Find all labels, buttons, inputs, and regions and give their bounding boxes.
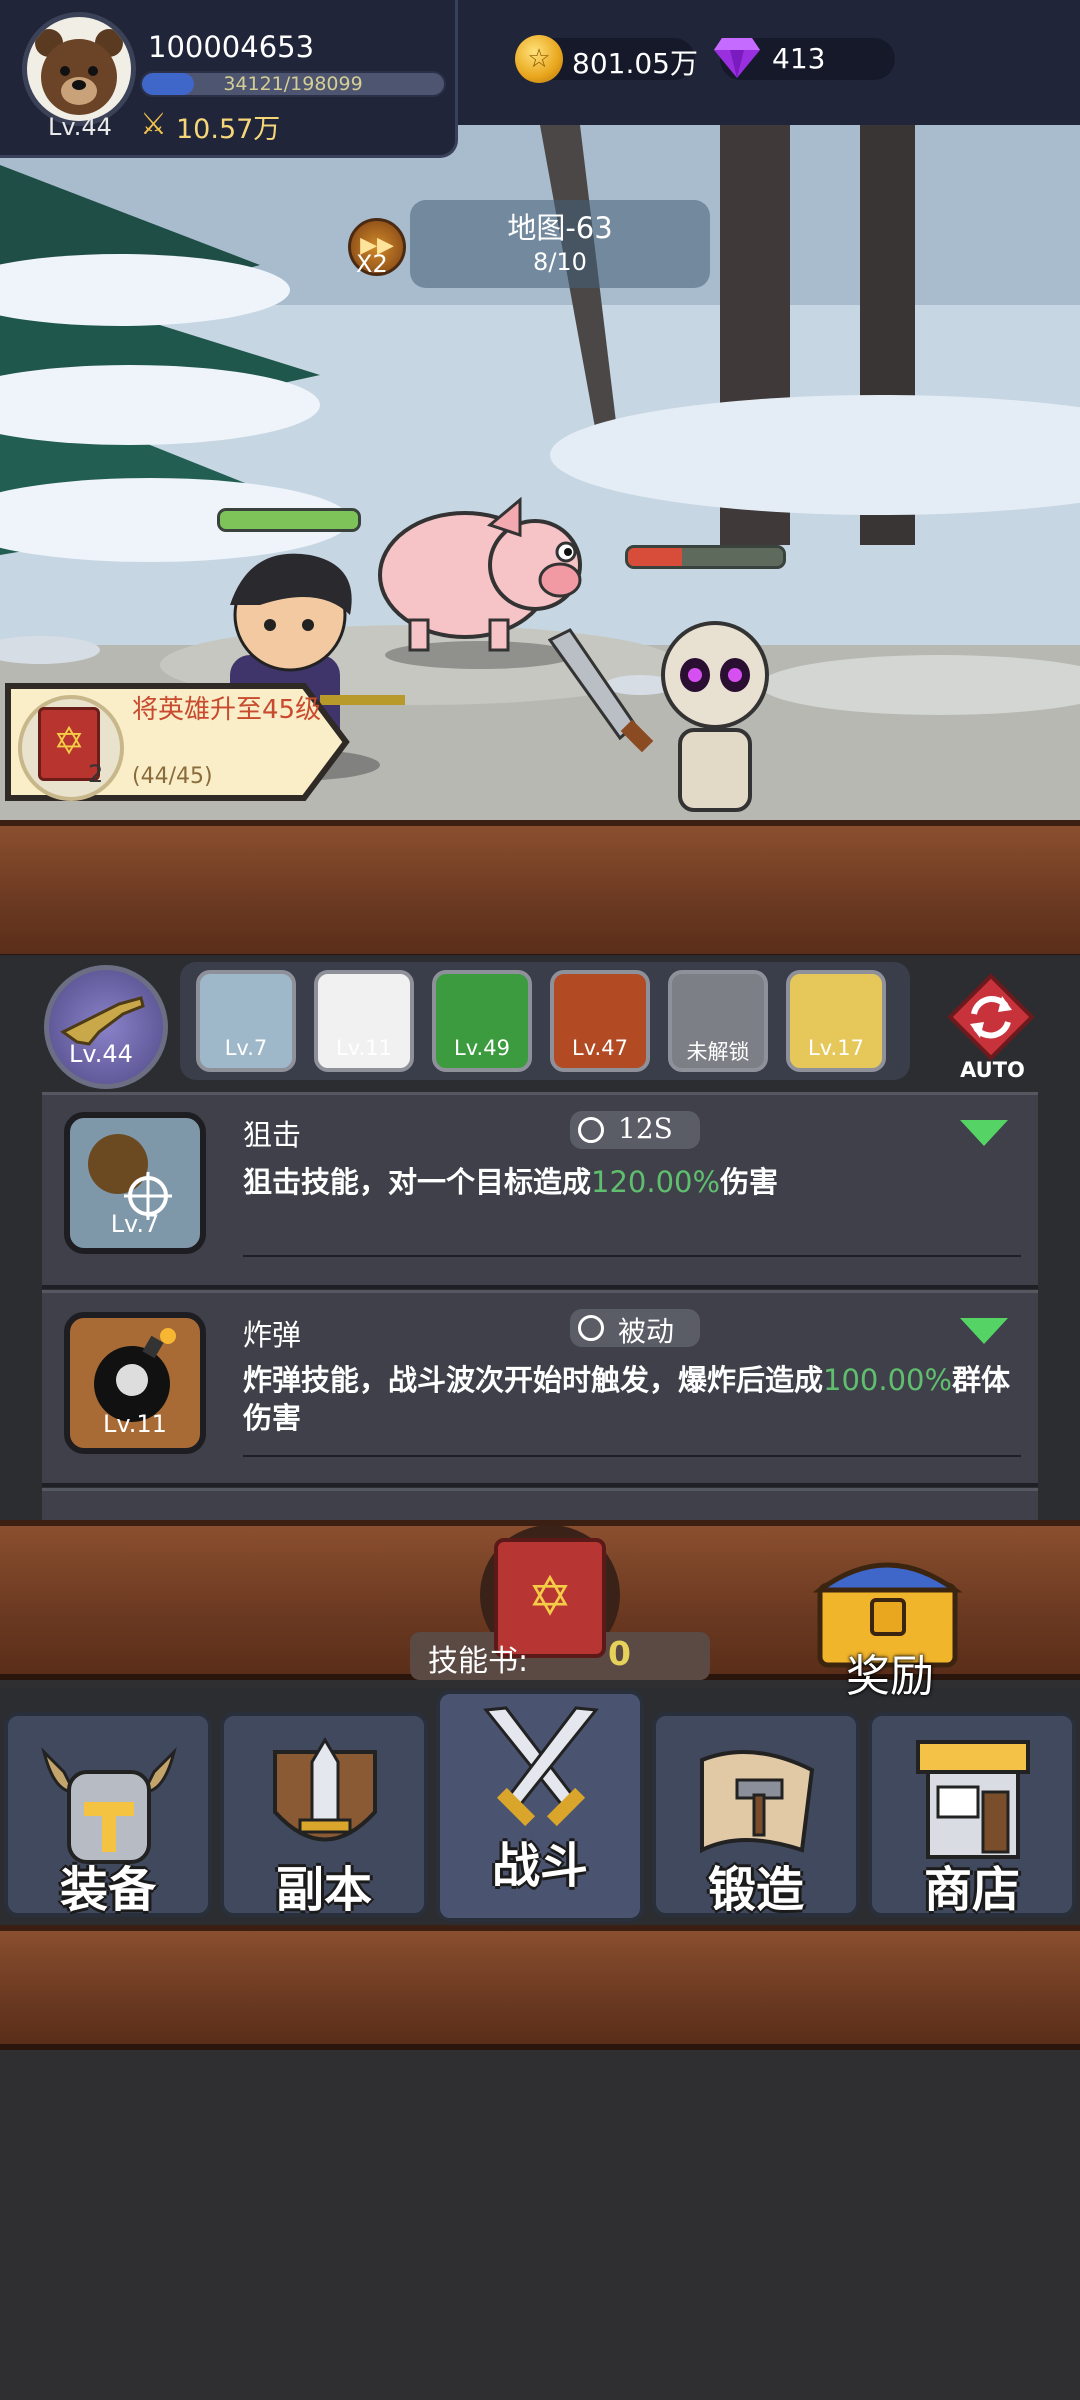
skill-slot-level: Lv.11 xyxy=(336,1036,392,1060)
skill-slot-level: Lv.47 xyxy=(572,1036,628,1060)
desc-text: 狙击技能，对一个目标造成 xyxy=(243,1165,592,1199)
skill-slot-level: 未解锁 xyxy=(686,1040,750,1064)
refresh-icon xyxy=(947,973,1035,1061)
skill-name: 狙击 xyxy=(243,1118,302,1152)
skill-slot-level: Lv.7 xyxy=(224,1036,268,1060)
reward-button-label[interactable]: 奖励 xyxy=(820,1640,960,1704)
enemy-health-bar xyxy=(625,545,786,569)
purple-gem-icon xyxy=(714,38,760,78)
auto-label: AUTO xyxy=(960,1058,1025,1082)
wood-shelf-bottom xyxy=(0,1925,1080,2050)
divider xyxy=(243,1255,1021,1257)
crossed-swords-icon xyxy=(483,1706,599,1827)
desc-value: 120.00% xyxy=(591,1165,721,1199)
nav-dungeon-label: 副本 xyxy=(275,1862,372,1918)
nav-battle-label: 战斗 xyxy=(491,1838,588,1894)
coin-amount: 801.05万 xyxy=(572,47,698,80)
quest-title: 将英雄升至45级 xyxy=(132,695,322,725)
auto-button[interactable] xyxy=(946,972,1036,1062)
expand-arrow-icon[interactable] xyxy=(960,1120,1008,1146)
gold-coin-icon: ☆ xyxy=(515,35,563,83)
player-id: 100004653 xyxy=(148,30,315,64)
weapon-slot[interactable] xyxy=(44,965,168,1089)
bottom-area xyxy=(0,2050,1080,2400)
skeleton-enemy xyxy=(547,621,769,812)
desc-text: 炸弹技能，战斗波次开始时触发，爆炸后造成 xyxy=(243,1363,824,1397)
crossed-swords-icon: ⚔ xyxy=(140,107,167,142)
skill-description: 炸弹技能，战斗波次开始时触发，爆炸后造成100.00%群体伤害 xyxy=(243,1361,1013,1437)
clock-icon xyxy=(578,1117,604,1143)
hero-health-bar xyxy=(217,508,361,532)
skill-name: 炸弹 xyxy=(243,1318,302,1352)
speed-multiplier: X2 xyxy=(356,250,388,278)
clock-icon xyxy=(578,1315,604,1341)
wood-shelf-top xyxy=(0,820,1080,960)
map-name: 地图-63 xyxy=(507,211,613,245)
desc-value: 100.00% xyxy=(823,1363,953,1397)
nav-equipment-label: 装备 xyxy=(59,1862,156,1918)
skill-slot-level: Lv.49 xyxy=(454,1036,510,1060)
skill-book-value: 0 xyxy=(608,1634,631,1673)
bear-icon xyxy=(35,29,123,115)
hero-health-fill xyxy=(220,511,358,529)
quest-progress: (44/45) xyxy=(132,764,213,789)
skill-slot-level: Lv.17 xyxy=(808,1036,864,1060)
weapon-level: Lv.44 xyxy=(69,1040,133,1068)
divider xyxy=(243,1455,1021,1457)
nav-forge-label: 锻造 xyxy=(707,1862,804,1918)
quest-reward-count: 2 xyxy=(88,760,104,788)
enemy-health-fill xyxy=(628,548,683,566)
bomb-icon-level: Lv.11 xyxy=(103,1410,167,1438)
expand-arrow-icon[interactable] xyxy=(960,1318,1008,1344)
snipe-icon-level: Lv.7 xyxy=(110,1210,160,1238)
gem-amount: 413 xyxy=(772,42,826,75)
player-avatar[interactable] xyxy=(22,12,136,126)
skill-book-label: 技能书: xyxy=(428,1644,529,1679)
combat-power: 10.57万 xyxy=(176,114,281,145)
skill-cooldown: 被动 xyxy=(618,1315,675,1348)
player-level: Lv.44 xyxy=(48,113,112,141)
wave-progress: 8/10 xyxy=(533,248,587,276)
xp-text: 34121/198099 xyxy=(223,73,363,95)
skill-description: 狙击技能，对一个目标造成120.00%伤害 xyxy=(243,1163,1003,1201)
skill-cooldown: 12S xyxy=(618,1112,673,1145)
nav-shop-label: 商店 xyxy=(923,1862,1020,1918)
desc-text-end: 伤害 xyxy=(720,1165,779,1199)
